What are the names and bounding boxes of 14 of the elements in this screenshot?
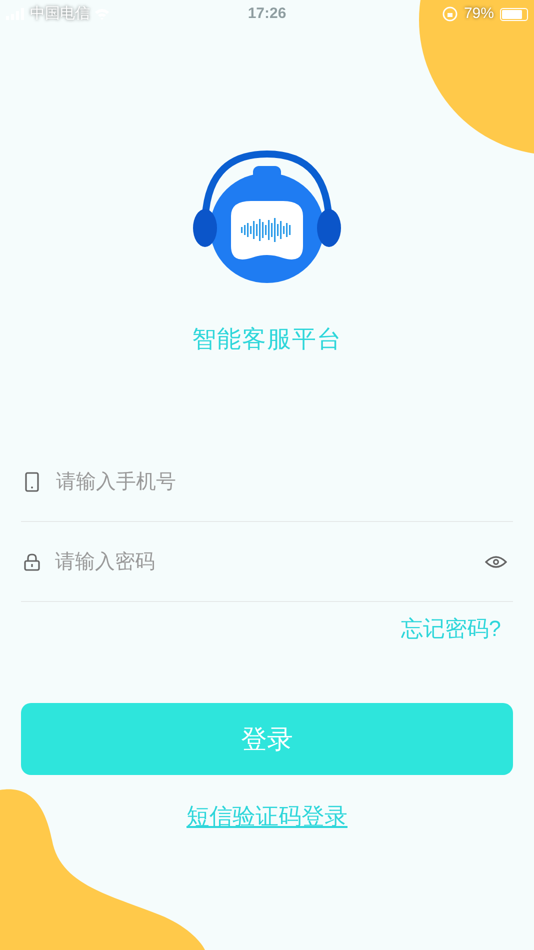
rotation-lock-icon bbox=[442, 6, 458, 22]
status-time: 17:26 bbox=[246, 4, 288, 24]
battery-percent: 79% bbox=[464, 4, 494, 24]
lock-icon bbox=[24, 552, 40, 570]
phone-icon bbox=[25, 472, 39, 492]
carrier-name: 中国电信 bbox=[30, 4, 90, 24]
battery-icon bbox=[500, 8, 528, 20]
login-button[interactable]: 登录 bbox=[21, 703, 513, 775]
forgot-password-link[interactable]: 忘记密码? bbox=[400, 612, 501, 645]
sms-login-link[interactable]: 短信验证码登录 bbox=[186, 799, 348, 834]
eye-icon[interactable] bbox=[485, 554, 507, 568]
password-field[interactable]: 请输入密码 bbox=[55, 546, 485, 576]
phone-field[interactable]: 请输入手机号 bbox=[56, 466, 513, 496]
app-title: 智能客服平台 bbox=[192, 325, 342, 355]
